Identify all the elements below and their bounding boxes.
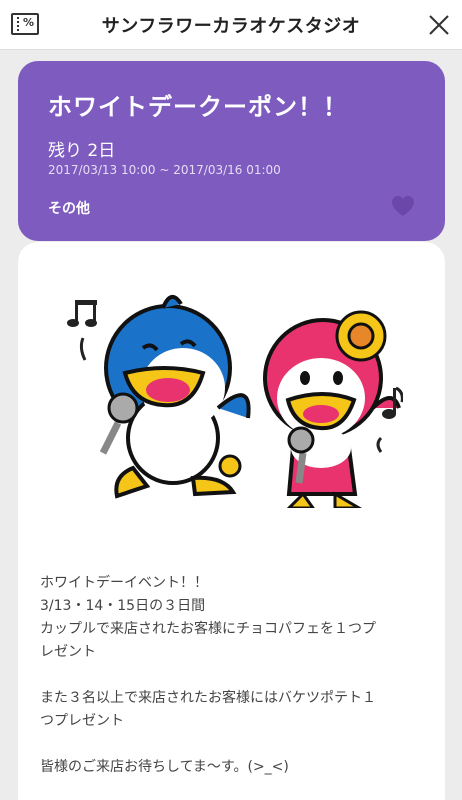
close-icon[interactable] xyxy=(428,14,450,36)
coupon-card: ホワイトデークーポン！！ 残り 2日 2017/03/13 10:00 ~ 20… xyxy=(18,61,445,241)
description-line: また３名以上で来店されたお客様にはバケツポテト１ xyxy=(40,690,376,706)
heart-icon[interactable] xyxy=(391,195,415,217)
mascot-illustration xyxy=(63,278,404,510)
coupon-title: ホワイトデークーポン！！ xyxy=(48,93,348,121)
description-line: レゼント xyxy=(40,644,96,660)
description-paragraph: また３名以上で来店されたお客様にはバケツポテト１ つプレゼント xyxy=(40,687,430,733)
description-line: ホワイトデーイベント！！ xyxy=(40,575,208,591)
coupon-ticket-icon[interactable]: % xyxy=(11,13,39,35)
remaining-days: 残り 2日 xyxy=(48,141,116,161)
top-bar: % サンフラワーカラオケスタジオ xyxy=(0,0,462,50)
coupon-detail-card: ホワイトデーイベント！！ 3/13・14・15日の３日間 カップルで来店されたお… xyxy=(18,242,445,800)
description-paragraph: 皆様のご来店お待ちしてま〜す。(>_<) xyxy=(40,756,430,779)
coupon-category: その他 xyxy=(48,201,90,217)
description-line: カップルで来店されたお客様にチョコパフェを１つプ xyxy=(40,621,376,637)
coupon-description: ホワイトデーイベント！！ 3/13・14・15日の３日間 カップルで来店されたお… xyxy=(40,572,430,800)
description-line: 皆様のご来店お待ちしてま〜す。(>_<) xyxy=(40,759,289,775)
sunflower-icon xyxy=(335,310,387,362)
music-note-icon xyxy=(67,300,97,361)
description-paragraph: ホワイトデーイベント！！ 3/13・14・15日の３日間 カップルで来店されたお… xyxy=(40,572,430,664)
description-line: つプレゼント xyxy=(40,713,124,729)
page-title: サンフラワーカラオケスタジオ xyxy=(101,16,361,37)
ticket-perforation xyxy=(17,17,19,31)
validity-period: 2017/03/13 10:00 ~ 2017/03/16 01:00 xyxy=(48,163,281,177)
description-line: 3/13・14・15日の３日間 xyxy=(40,598,206,614)
ticket-percent-symbol: % xyxy=(23,16,35,29)
